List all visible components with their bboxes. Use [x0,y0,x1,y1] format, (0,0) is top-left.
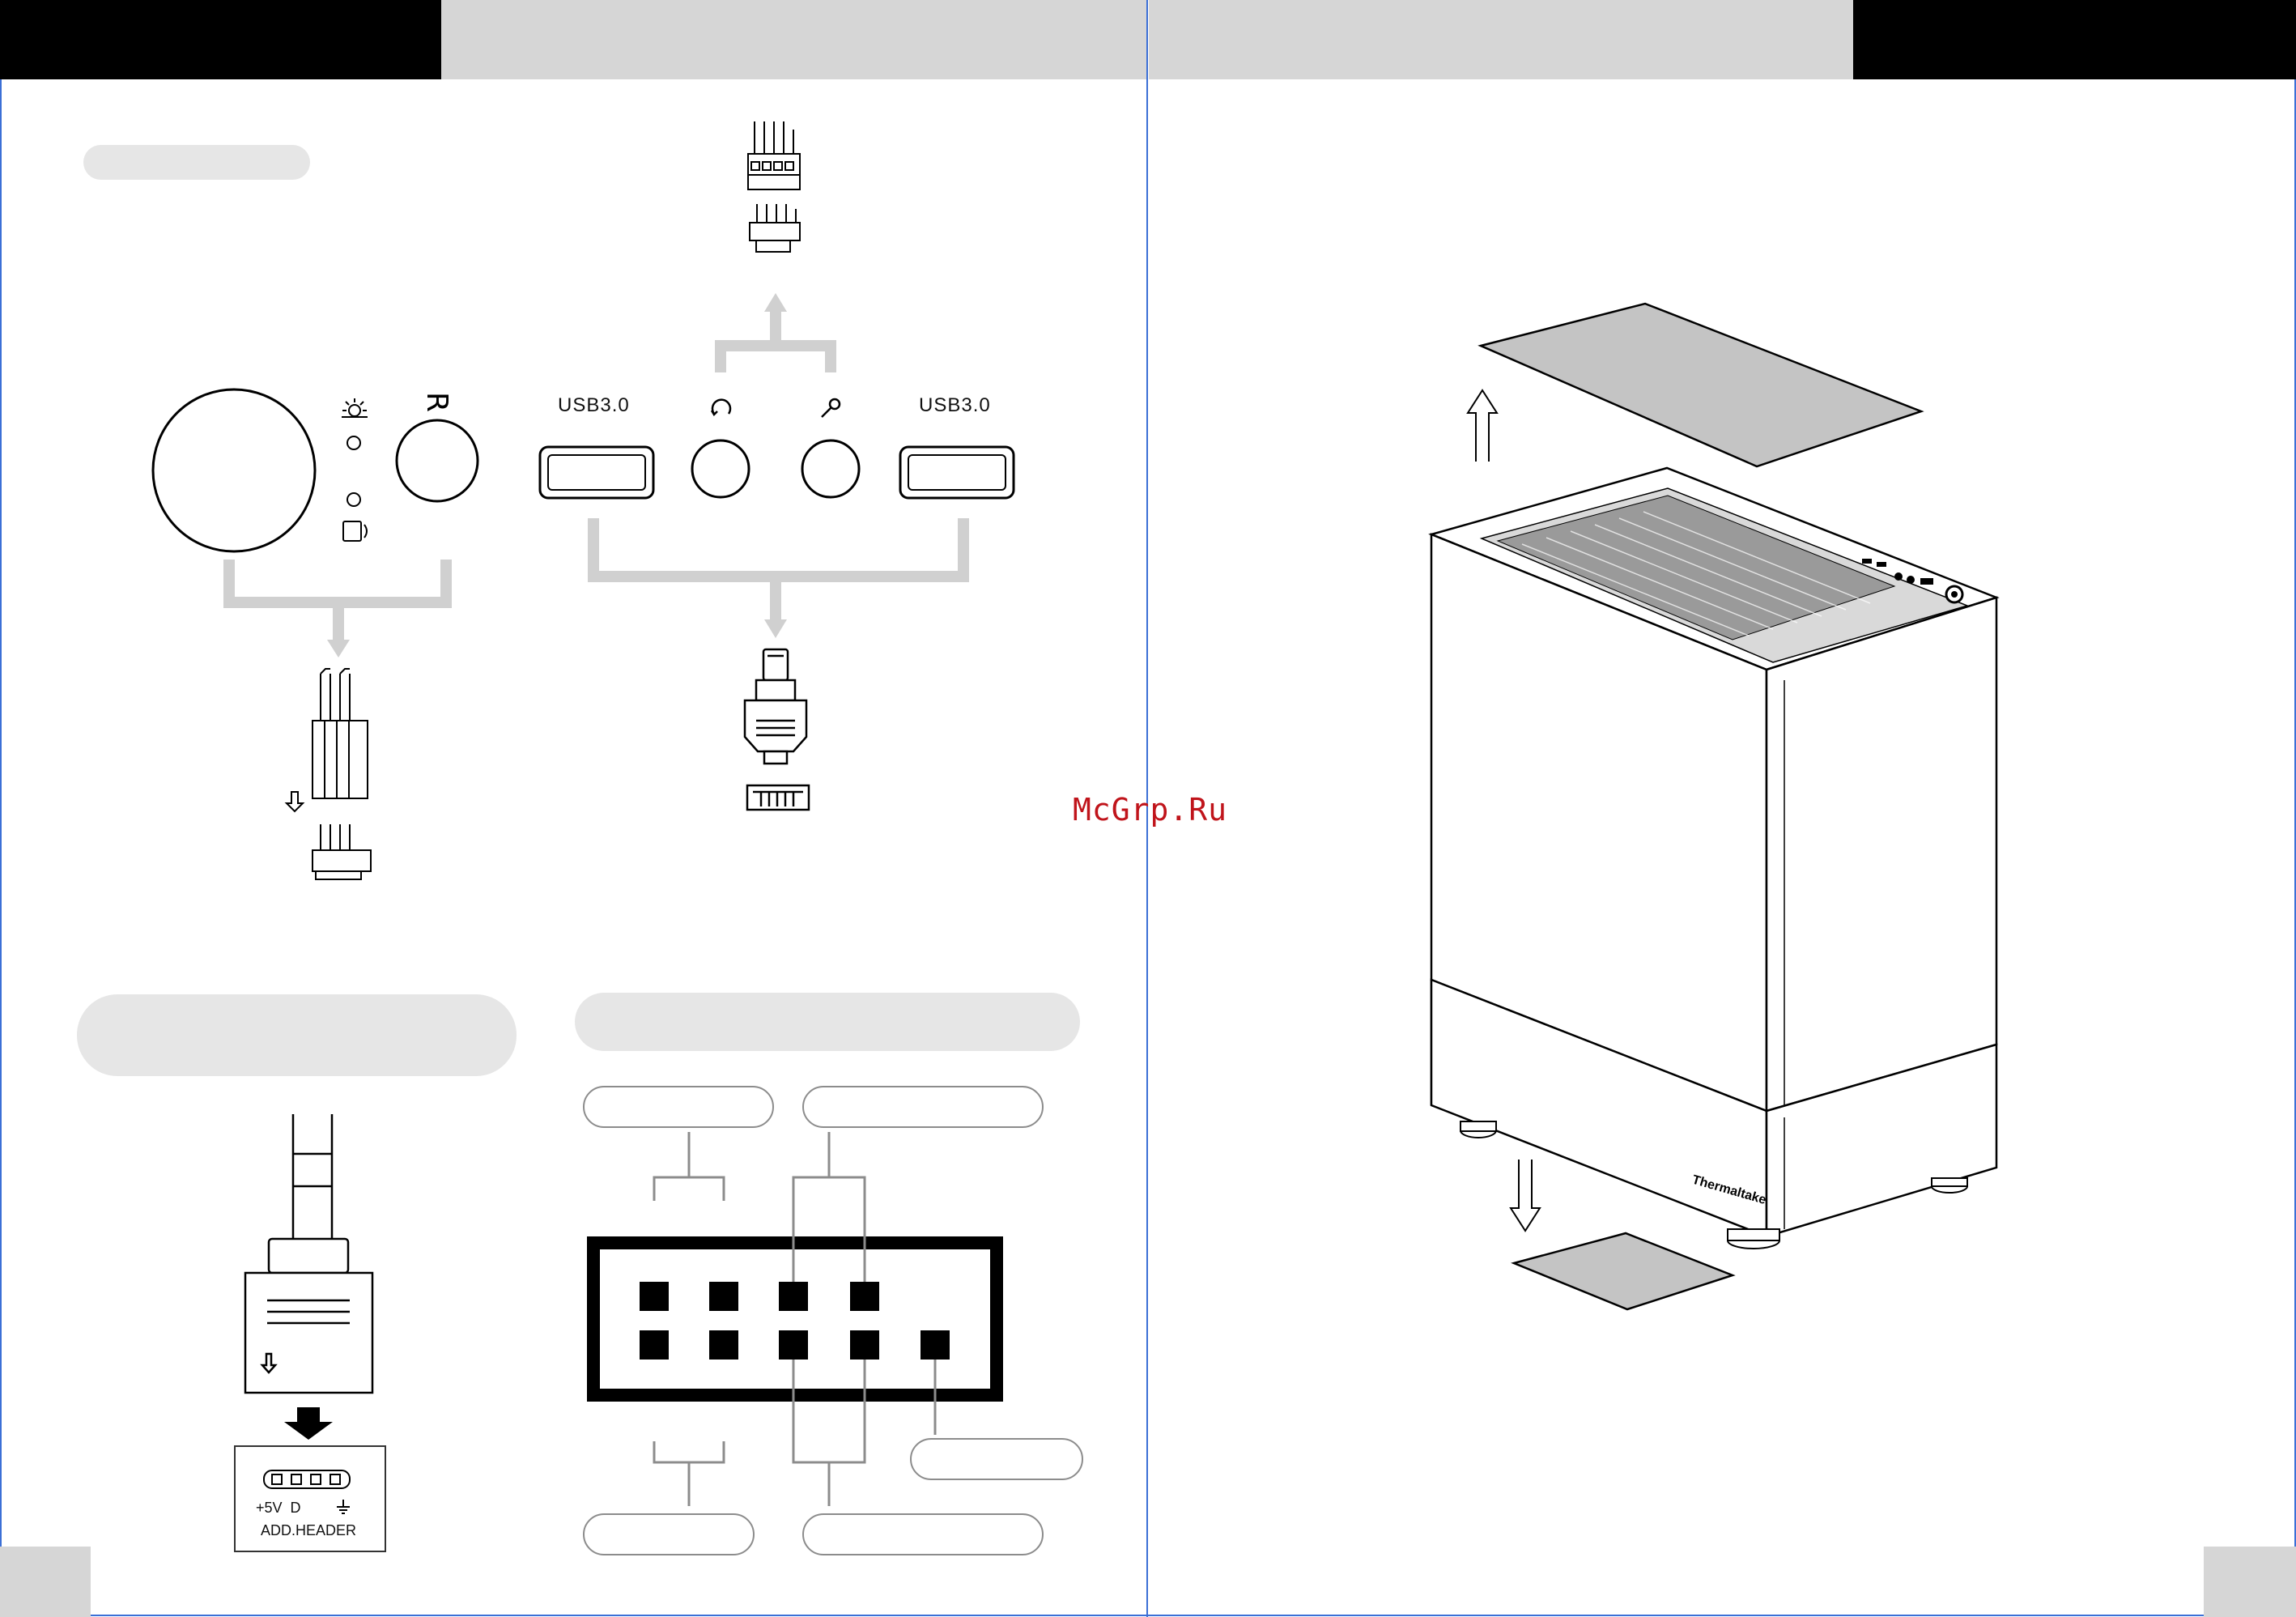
case-side-panel [1765,596,1998,1113]
watermark: McGrp.Ru [1073,792,1228,828]
top-dust-filter [1478,302,1924,468]
down-arrow-icon [1509,1160,1541,1232]
bottom-dust-filter [1511,1232,1736,1311]
up-arrow-icon [1466,389,1499,462]
